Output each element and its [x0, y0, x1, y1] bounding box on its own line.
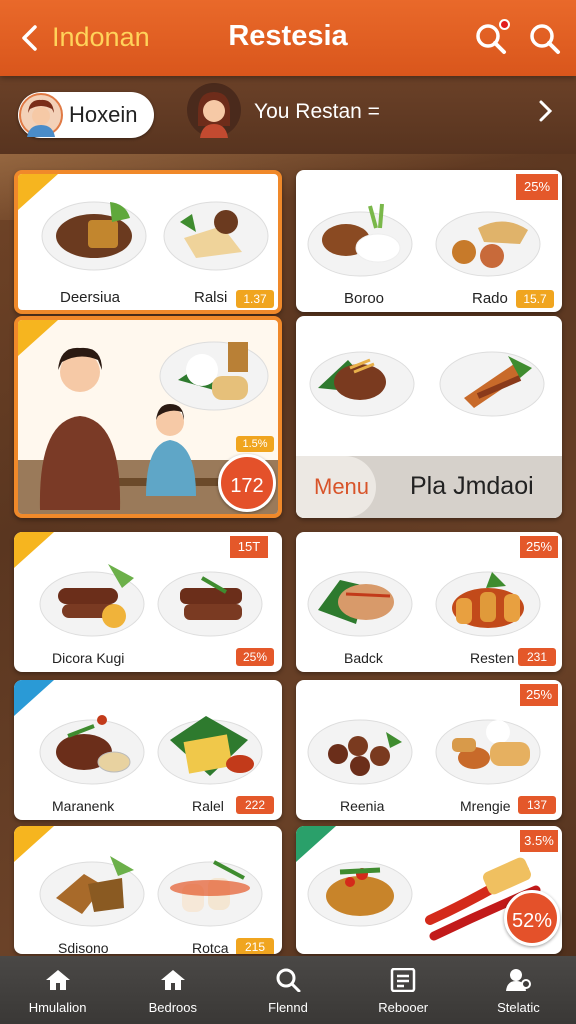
user-chip-label: Hoxein: [69, 102, 138, 127]
price-badge: 172: [218, 454, 276, 512]
dish-image: [39, 564, 145, 637]
chevron-right-icon[interactable]: [538, 98, 554, 131]
user-chip[interactable]: Hoxein: [18, 92, 154, 138]
dish-image: [307, 861, 413, 927]
price-tag: 1.37: [236, 290, 274, 308]
price-tag: 215: [236, 938, 274, 954]
profile-icon: [506, 969, 532, 991]
nav-label: Flennd: [268, 1000, 308, 1015]
food-card[interactable]: 3.5% 52%: [296, 826, 562, 954]
nav-item-search[interactable]: Flennd: [230, 956, 345, 1024]
food-card[interactable]: 15T Dicora Kugi 25%: [14, 532, 282, 672]
discount-badge: 52%: [504, 890, 560, 946]
featured-card[interactable]: 1.5% 172: [14, 316, 282, 518]
menu-title: Pla Jmdaoi: [410, 472, 534, 500]
avatar: [19, 93, 63, 137]
dish-image: [307, 571, 413, 637]
food-card[interactable]: 25% Reenia Mrengie 137: [296, 680, 562, 820]
item-label: Ralel: [192, 798, 224, 814]
dish-image: [163, 201, 269, 271]
dish-image: [439, 351, 545, 417]
food-card[interactable]: Deersiua Ralsi 1.37: [14, 170, 282, 314]
item-label: Boroo: [344, 290, 385, 307]
dish-image: [309, 351, 415, 417]
price-tag: 137: [518, 796, 556, 814]
item-label: Sdisono: [58, 940, 109, 954]
food-card[interactable]: Maranenk Ralel 222: [14, 680, 282, 820]
item-label: Mrengie: [460, 798, 511, 814]
discount-badge: 25%: [520, 684, 558, 706]
discount-badge: 25%: [520, 536, 558, 558]
nav-label: Bedroos: [148, 1000, 198, 1015]
nav-label: Stelatic: [497, 1000, 540, 1015]
item-label: Rotca: [192, 940, 229, 954]
item-label: Deersiua: [60, 289, 121, 306]
dish-image: [307, 719, 413, 785]
nav-item-home[interactable]: Hmulalion: [0, 956, 115, 1024]
item-label: Rado: [472, 290, 508, 307]
dish-image: [39, 856, 145, 927]
dish-image: [157, 716, 263, 785]
nav-label: Rebooer: [378, 1000, 429, 1015]
bottom-nav: Hmulalion Bedroos Flennd Rebooer Stelati…: [0, 956, 576, 1024]
dish-image: [435, 211, 541, 277]
price-tag: 25%: [236, 648, 274, 666]
menu-strip: Menu Pla Jmdaoi: [296, 456, 562, 518]
food-card[interactable]: 25% Boroo Rado 15.7: [296, 170, 562, 312]
food-card[interactable]: Sdisono Rotca 215: [14, 826, 282, 954]
discount-badge: 3.5%: [520, 830, 558, 852]
dish-image: [157, 571, 263, 637]
price-tag: 231: [518, 648, 556, 666]
dish-image: [39, 715, 145, 785]
dish-image: [435, 571, 541, 637]
dish-image: [307, 203, 413, 277]
notification-dot: [499, 19, 510, 30]
price-tag: 222: [236, 796, 274, 814]
dish-image: [41, 201, 147, 271]
search-icon[interactable]: [474, 19, 510, 56]
list-icon: [390, 967, 416, 993]
item-label: Resten: [470, 650, 515, 666]
discount-tag: 1.5%: [236, 436, 274, 452]
item-label: Badck: [344, 650, 383, 666]
home-icon: [45, 970, 70, 990]
price-tag: 15.7: [516, 290, 554, 308]
menu-button[interactable]: Menu: [296, 456, 376, 518]
nav-item-list[interactable]: Rebooer: [346, 956, 461, 1024]
nav-item-profile[interactable]: Stelatic: [461, 956, 576, 1024]
dish-image: [157, 860, 263, 927]
nav-item-bedroos[interactable]: Bedroos: [115, 956, 230, 1024]
search-icon: [276, 968, 301, 993]
item-label: Maranenk: [52, 798, 115, 814]
restaurant-selector-label[interactable]: You Restan =: [254, 100, 380, 124]
avatar[interactable]: [186, 82, 242, 138]
discount-badge: 15T: [230, 536, 268, 558]
home-icon: [160, 970, 185, 990]
item-label: Ralsi: [194, 289, 228, 306]
item-label: Reenia: [340, 798, 385, 814]
dish-image: [435, 719, 541, 785]
nav-label: Hmulalion: [28, 1000, 87, 1015]
search-icon[interactable]: [528, 22, 562, 56]
item-label: Dicora Kugi: [52, 650, 125, 666]
food-card[interactable]: 25% Badck Resten 231: [296, 532, 562, 672]
discount-badge: 25%: [516, 174, 558, 200]
top-bar: Indonan Restesia: [0, 0, 576, 76]
menu-card[interactable]: Menu Pla Jmdaoi: [296, 316, 562, 518]
